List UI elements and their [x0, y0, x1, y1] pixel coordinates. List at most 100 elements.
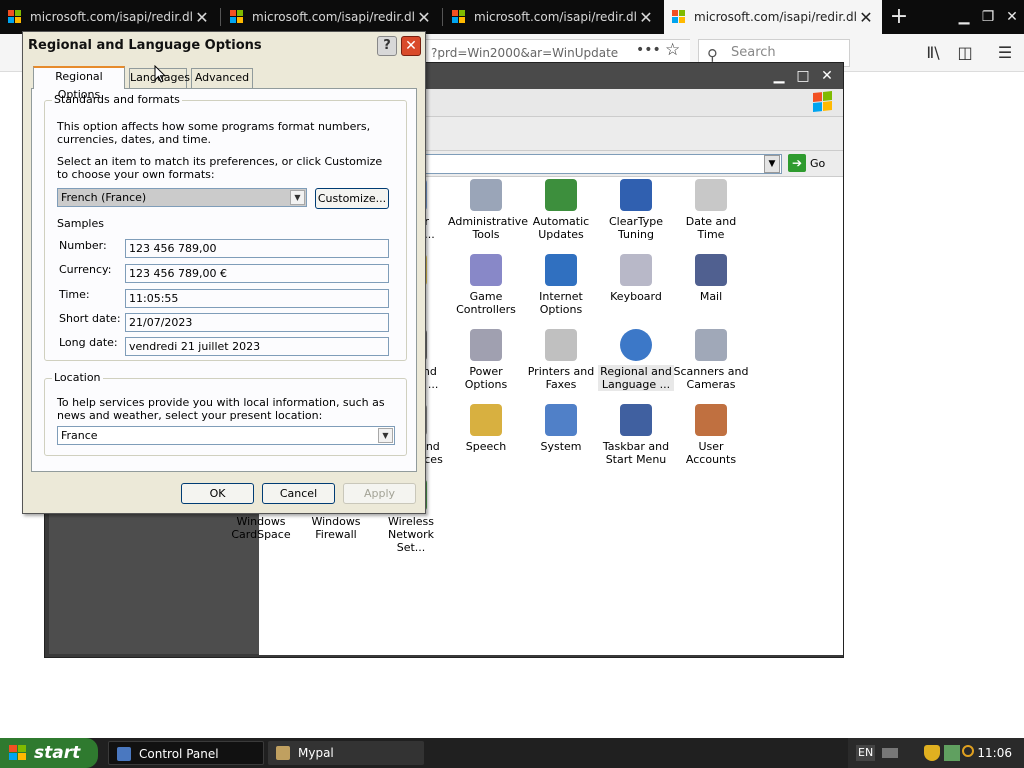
help-button[interactable]: ? [377, 36, 397, 56]
control-panel-item[interactable]: Game Controllers [448, 254, 524, 316]
control-panel-item[interactable]: Power Options [448, 329, 524, 391]
taskbar-item-mypal[interactable]: Mypal [268, 741, 424, 765]
windows-flag-icon [9, 745, 27, 761]
close-tab-icon[interactable]: ✕ [856, 8, 876, 27]
mypal-icon [276, 746, 290, 760]
control-panel-item[interactable]: System [523, 404, 599, 453]
restore-icon[interactable]: ❐ [976, 0, 1000, 34]
shield-icon[interactable] [924, 745, 940, 761]
user-accounts-icon [695, 404, 727, 436]
control-panel-item[interactable]: Keyboard [598, 254, 674, 303]
control-panel-item-label: Regional and Language ... [598, 365, 674, 391]
close-tab-icon[interactable]: ✕ [414, 8, 434, 27]
close-tab-icon[interactable]: ✕ [192, 8, 212, 27]
tab-advanced[interactable]: Advanced [191, 68, 253, 88]
location-select[interactable]: France ▼ [57, 426, 395, 445]
speech-icon [470, 404, 502, 436]
regional-options-panel: Standards and formats This option affect… [31, 88, 417, 472]
control-panel-item-label: Windows CardSpace [231, 515, 291, 541]
control-panel-item-label: System [540, 440, 582, 453]
samples-title: Samples [57, 217, 104, 230]
menu-icon[interactable]: ☰ [994, 42, 1016, 64]
control-panel-toolbar [425, 117, 843, 151]
tab-regional-options[interactable]: Regional Options [33, 66, 125, 101]
start-button[interactable]: start [0, 738, 98, 768]
control-panel-item[interactable]: Internet Options [523, 254, 599, 316]
locale-select[interactable]: French (France) ▼ [57, 188, 307, 207]
control-panel-item-label: User Accounts [685, 440, 737, 466]
close-window-icon[interactable]: ✕ [1000, 0, 1024, 34]
control-panel-item-label: Keyboard [610, 290, 662, 303]
go-arrow-icon: ➔ [788, 154, 806, 172]
control-panel-item[interactable]: Regional and Language ... [598, 329, 674, 391]
tab-title: microsoft.com/isapi/redir.dll?prd= [252, 10, 414, 24]
close-icon[interactable]: ✕ [817, 66, 837, 86]
page-actions-icon[interactable]: ••• [636, 42, 661, 58]
control-panel-icon [117, 747, 131, 761]
globe-icon [620, 329, 652, 361]
control-panel-item-label: Speech [465, 440, 507, 453]
control-panel-item[interactable]: Automatic Updates [523, 179, 599, 241]
control-panel-item[interactable]: Mail [673, 254, 749, 303]
browser-tab[interactable]: microsoft.com/isapi/redir.dll?prd= ✕ [0, 0, 218, 34]
standards-select-text: Select an item to match its preferences,… [57, 155, 383, 181]
control-panel-item-label: Windows Firewall [311, 515, 361, 541]
clock: 11:06 [977, 746, 1012, 760]
sample-currency-field: 123 456 789,00 € [125, 264, 389, 283]
control-panel-item[interactable]: Speech [448, 404, 524, 453]
sample-number-field: 123 456 789,00 [125, 239, 389, 258]
library-icon[interactable]: Ⅱ\ [922, 42, 944, 64]
control-panel-item[interactable]: Date and Time [673, 179, 749, 241]
maximize-icon[interactable]: □ [793, 66, 813, 86]
go-button[interactable]: ➔ Go [788, 154, 825, 172]
taskbar: start Control Panel Mypal EN 11:06 [0, 738, 1024, 768]
menu-bar [425, 89, 843, 117]
keyboard-icon [620, 254, 652, 286]
control-panel-item[interactable]: Scanners and Cameras [673, 329, 749, 391]
network-icon[interactable] [944, 745, 960, 761]
sample-label: Currency: [59, 263, 112, 276]
location-group-title: Location [52, 371, 103, 384]
language-indicator[interactable]: EN [856, 745, 876, 761]
close-button[interactable]: ✕ [401, 36, 421, 56]
location-group: Location To help services provide you wi… [44, 371, 407, 456]
minimize-icon[interactable]: ▁ [952, 0, 976, 34]
control-panel-item-label: Administrative Tools [448, 215, 529, 241]
browser-tab[interactable]: microsoft.com/isapi/redir.dll?prd= ✕ [444, 0, 662, 34]
control-panel-item[interactable]: ClearType Tuning [598, 179, 674, 241]
keyboard-tray-icon[interactable] [882, 748, 898, 758]
customize-button[interactable]: Customize... [315, 188, 389, 209]
search-placeholder: Search [731, 45, 776, 60]
control-panel-item-label: Wireless Network Set... [387, 515, 435, 554]
control-panel-item-label: Printers and Faxes [527, 365, 595, 391]
minimize-icon[interactable]: ▁ [769, 66, 789, 86]
standards-description: This option affects how some programs fo… [57, 120, 371, 146]
control-panel-item[interactable]: User Accounts [673, 404, 749, 466]
new-tab-icon[interactable]: + [888, 2, 910, 32]
address-field[interactable] [425, 154, 782, 174]
cancel-button[interactable]: Cancel [262, 483, 335, 504]
internet-options-icon [545, 254, 577, 286]
chevron-down-icon[interactable]: ▼ [290, 190, 305, 205]
close-tab-icon[interactable]: ✕ [636, 8, 656, 27]
browser-tab[interactable]: microsoft.com/isapi/redir.dll?prd= ✕ [222, 0, 440, 34]
tab-separator [442, 8, 443, 26]
location-value: France [61, 429, 98, 442]
sidebar-icon[interactable]: ◫ [954, 42, 976, 64]
ok-button[interactable]: OK [181, 483, 254, 504]
chevron-down-icon[interactable]: ▼ [764, 155, 780, 173]
bookmark-star-icon[interactable]: ☆ [665, 40, 680, 60]
browser-tab-active[interactable]: microsoft.com/isapi/redir.dll?prd= ✕ [664, 0, 882, 34]
system-tray: EN 11:06 [848, 738, 1024, 768]
control-panel-item-label: Mail [699, 290, 723, 303]
control-panel-item[interactable]: Taskbar and Start Menu [598, 404, 674, 466]
search-tray-icon[interactable] [962, 745, 974, 757]
control-panel-item[interactable]: Printers and Faxes [523, 329, 599, 391]
control-panel-item-label: Automatic Updates [532, 215, 590, 241]
date-time-icon [695, 179, 727, 211]
taskbar-item-control-panel[interactable]: Control Panel [108, 741, 264, 765]
control-panel-item[interactable]: Administrative Tools [448, 179, 529, 241]
microsoft-logo-icon [8, 10, 22, 24]
chevron-down-icon[interactable]: ▼ [378, 428, 393, 443]
apply-button[interactable]: Apply [343, 483, 416, 504]
